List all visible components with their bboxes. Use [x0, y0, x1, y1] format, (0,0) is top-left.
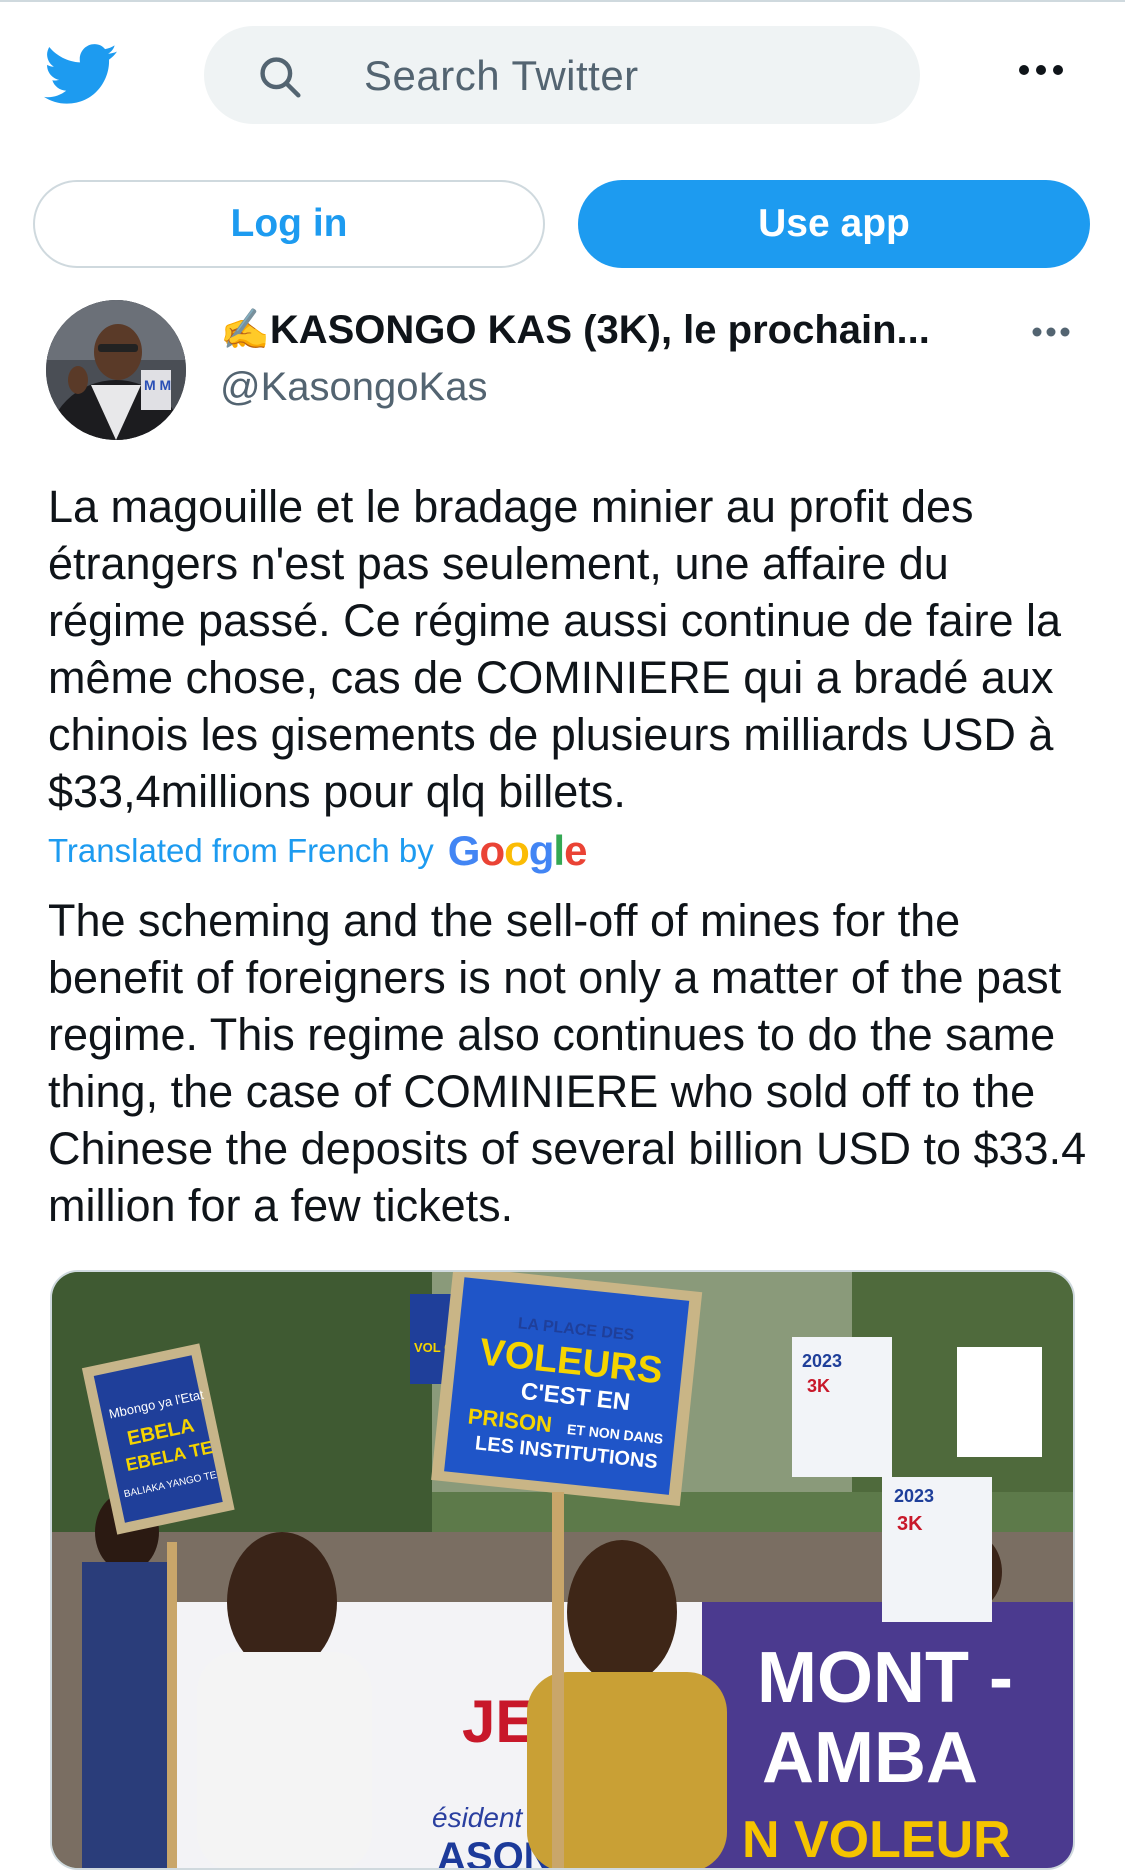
author-name-text: KASONGO KAS (3K), le prochain...	[269, 308, 930, 352]
svg-text:M M: M M	[144, 377, 171, 393]
tweet-text-translated: The scheming and the sell-off of mines f…	[48, 895, 1087, 1231]
more-horizontal-icon[interactable]	[1016, 62, 1066, 78]
writing-hand-emoji: ✍️	[220, 308, 270, 352]
tweet-text-original: La magouille et le bradage minier au pro…	[48, 481, 1062, 817]
banner-script-text: ésident	[432, 1802, 524, 1833]
top-divider	[0, 0, 1125, 2]
tweet-more-icon[interactable]	[1030, 325, 1072, 339]
poster-year-1: 2023	[802, 1351, 842, 1371]
search-icon	[260, 57, 301, 98]
poster-mark-2: 3K	[897, 1513, 923, 1535]
avatar[interactable]: M M	[46, 300, 186, 440]
google-logo: Google	[447, 827, 588, 874]
protest-photo: JE S MONT - AMBA N VOLEUR ésident ASON M…	[52, 1272, 1073, 1869]
poster-year-2: 2023	[894, 1486, 934, 1506]
poster-mark-1: 3K	[807, 1376, 830, 1396]
translation-attribution: Translated from French by Google	[48, 827, 588, 874]
twitter-bird-icon[interactable]	[44, 44, 118, 106]
search-placeholder: Search Twitter	[364, 52, 639, 99]
search-bar[interactable]: Search Twitter	[204, 26, 920, 124]
author-name[interactable]: ✍️KASONGO KAS (3K), le prochain...	[220, 305, 930, 355]
banner-right-text-3: N VOLEUR	[742, 1811, 1011, 1869]
login-button[interactable]: Log in	[33, 180, 545, 268]
author-handle[interactable]: @KasongoKas	[220, 362, 487, 412]
avatar-photo: M M	[46, 300, 186, 440]
banner-right-text-1: MONT -	[757, 1638, 1013, 1718]
banner-right-text-2: AMBA	[762, 1718, 978, 1798]
translated-label: Translated from French by	[48, 832, 434, 869]
use-app-button[interactable]: Use app	[578, 180, 1090, 268]
tweet-photo[interactable]: JE S MONT - AMBA N VOLEUR ésident ASON M…	[50, 1270, 1075, 1870]
